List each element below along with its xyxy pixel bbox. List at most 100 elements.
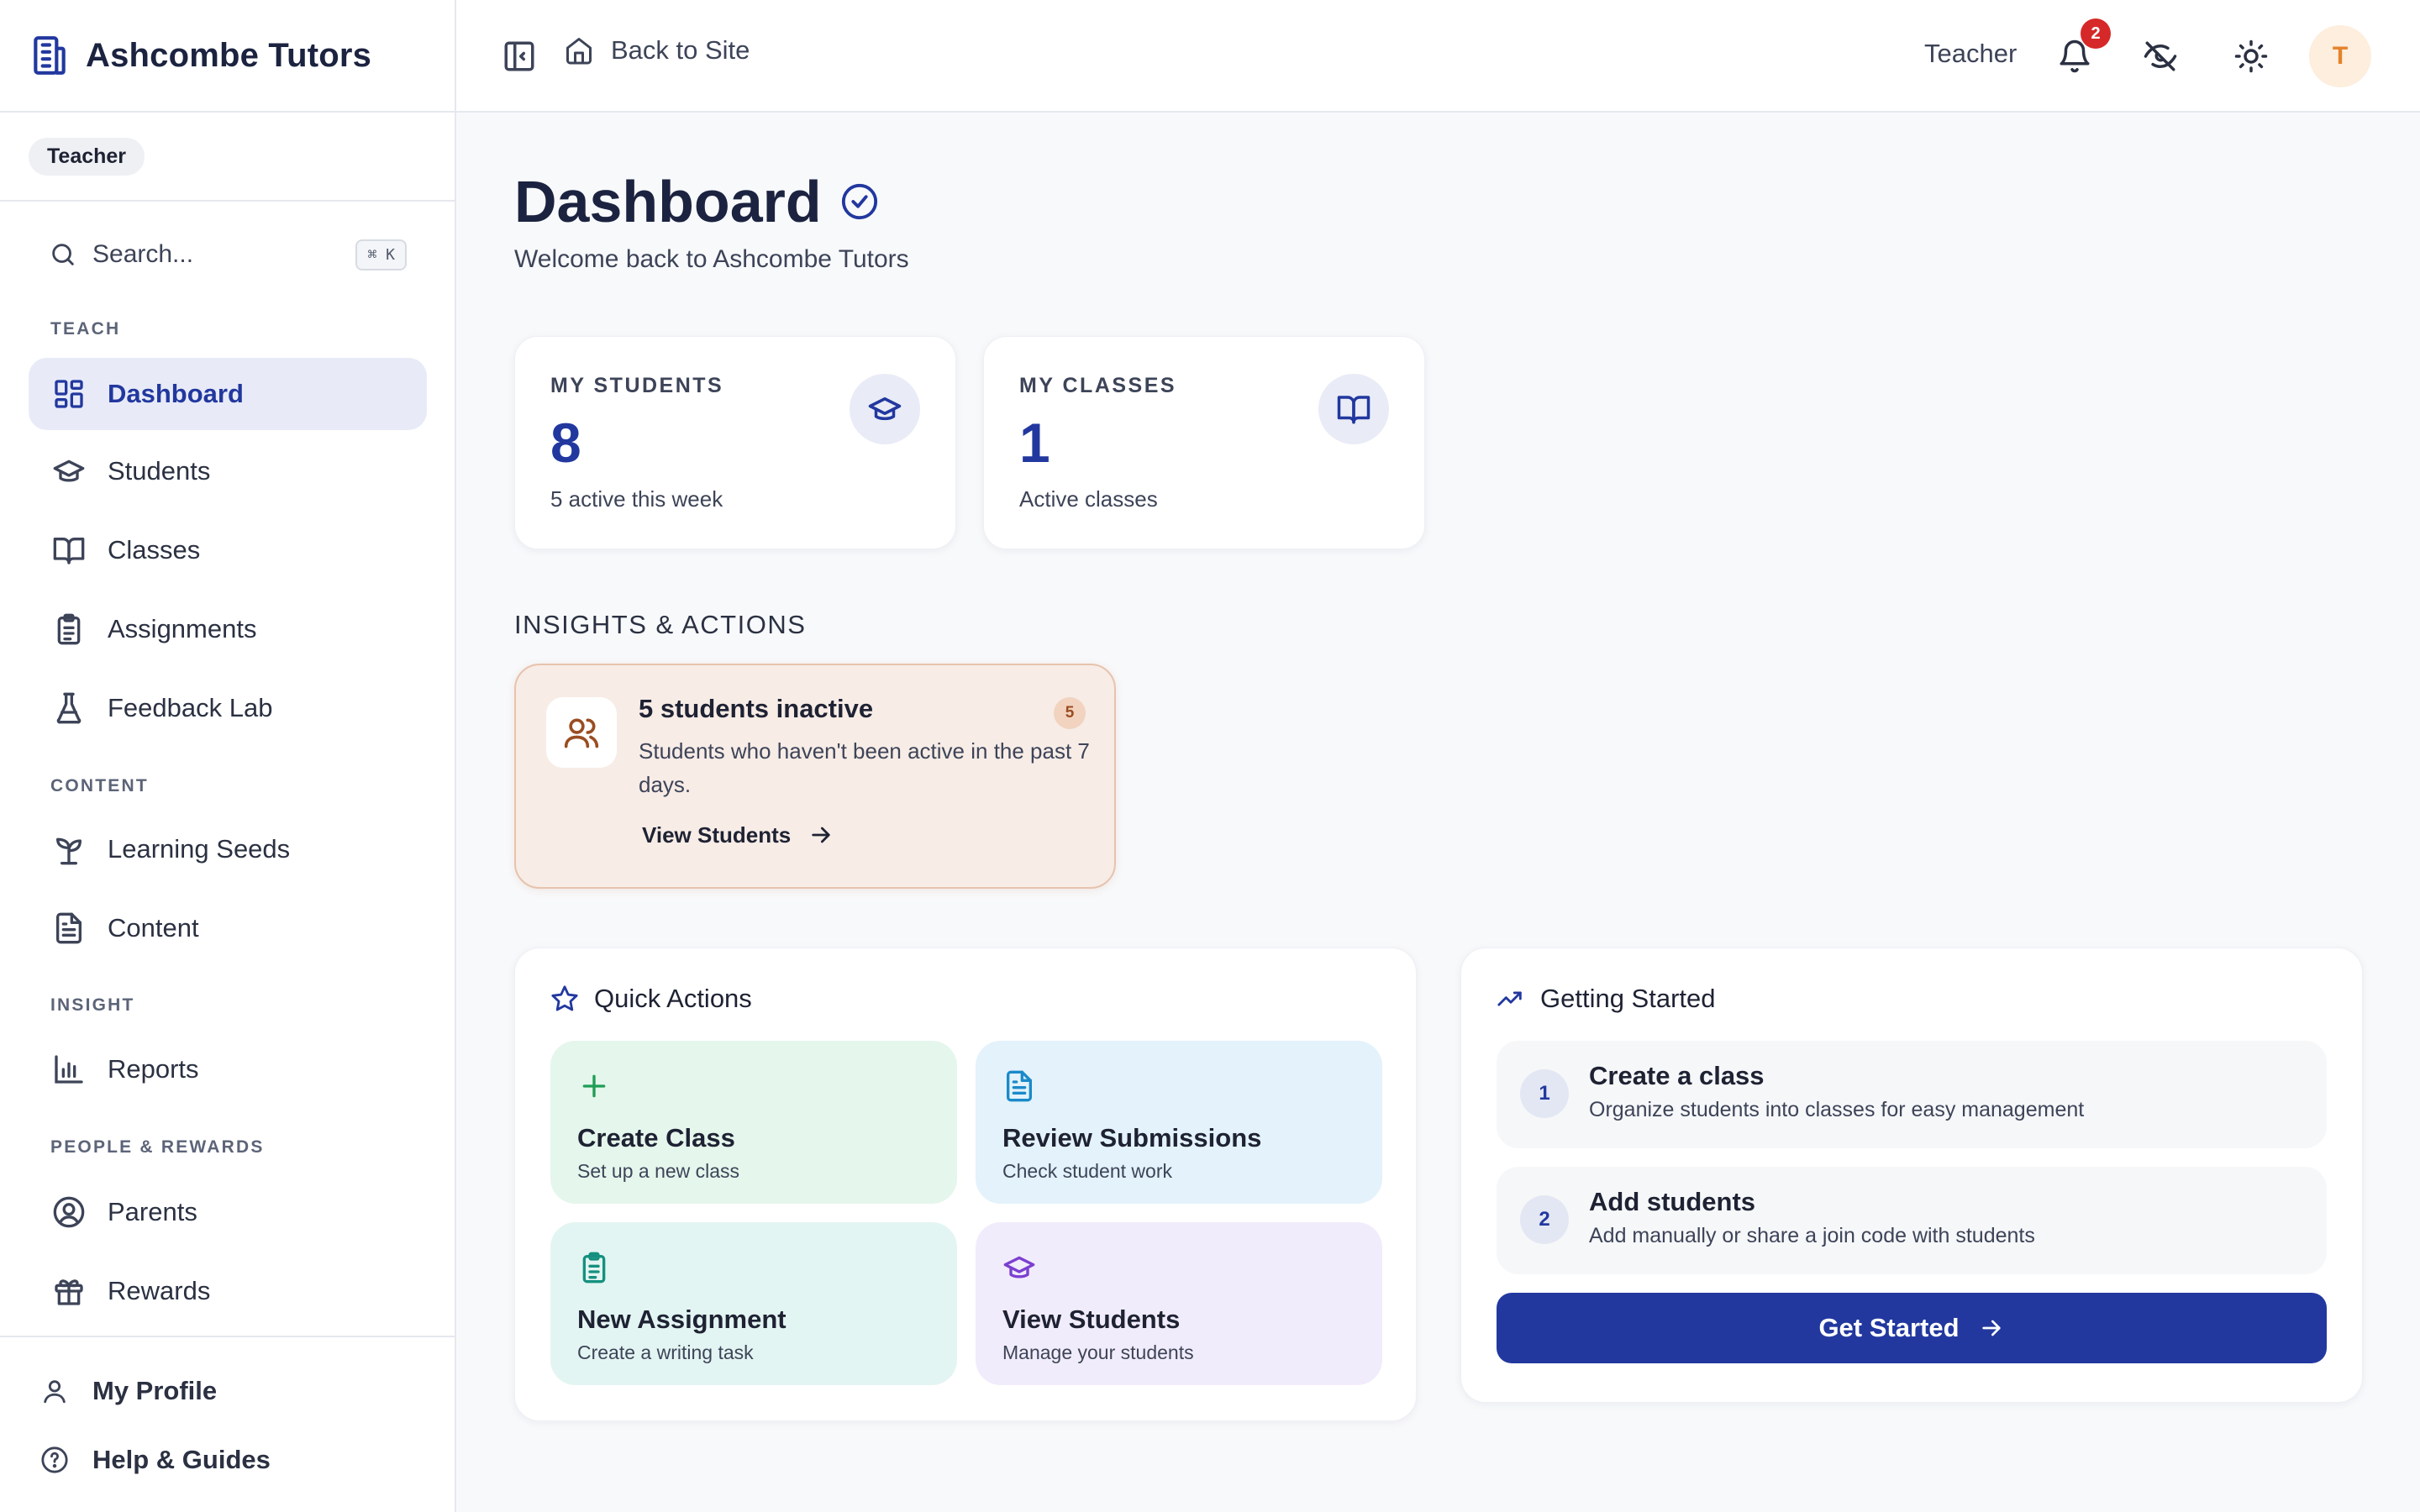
sprout-icon: [52, 832, 86, 866]
tile-title: View Students: [1002, 1305, 1181, 1334]
tile-subtitle: Manage your students: [1002, 1341, 1194, 1363]
sidebar-item-label: Classes: [108, 535, 201, 564]
tile-subtitle: Create a writing task: [577, 1341, 754, 1363]
brand[interactable]: Ashcombe Tutors: [0, 0, 455, 113]
gift-icon: [52, 1274, 86, 1308]
user-icon: [40, 1377, 69, 1405]
users-icon: [546, 697, 617, 768]
sidebar-item-parents[interactable]: Parents: [29, 1176, 427, 1248]
arrow-right-icon: [1978, 1315, 2005, 1341]
getting-started-panel: Getting Started 1 Create a class Organiz…: [1460, 948, 2363, 1403]
sidebar-item-rewards[interactable]: Rewards: [29, 1255, 427, 1327]
book-open-icon: [1318, 374, 1389, 444]
tile-subtitle: Set up a new class: [577, 1160, 740, 1182]
step-number: 1: [1520, 1069, 1569, 1118]
brand-name: Ashcombe Tutors: [86, 36, 372, 74]
sidebar-item-label: Feedback Lab: [108, 693, 273, 722]
review-submissions-button[interactable]: Review Submissions Check student work: [976, 1041, 1382, 1204]
step-title: Create a class: [1589, 1061, 1765, 1090]
section-people-rewards: PEOPLE & REWARDS: [50, 1137, 265, 1157]
stat-card-students[interactable]: MY STUDENTS 8 5 active this week: [514, 336, 956, 549]
back-to-site-label: Back to Site: [611, 35, 750, 65]
book-open-icon: [52, 533, 86, 567]
sidebar-item-students[interactable]: Students: [29, 435, 427, 507]
step-description: Add manually or share a join code with s…: [1589, 1224, 2035, 1247]
quick-actions-panel: Quick Actions Create Class Set up a new …: [514, 948, 1417, 1421]
create-class-button[interactable]: Create Class Set up a new class: [550, 1041, 957, 1204]
sidebar-item-label: Dashboard: [108, 379, 244, 408]
file-text-icon: [52, 911, 86, 945]
star-icon: [550, 984, 594, 1013]
insight-card-inactive: 5 students inactive 5 Students who haven…: [514, 664, 1116, 889]
sidebar-item-label: Learning Seeds: [108, 834, 291, 864]
sidebar-toggle-icon[interactable]: [502, 39, 537, 74]
sidebar-item-label: Students: [108, 456, 211, 486]
file-text-icon: [1002, 1069, 1036, 1103]
button-label: Get Started: [1818, 1313, 1960, 1342]
trending-up-icon: [1497, 984, 1540, 1013]
sidebar-item-my-profile[interactable]: My Profile: [40, 1366, 217, 1416]
tile-title: Create Class: [577, 1123, 735, 1152]
clipboard-list-icon: [52, 612, 86, 646]
search-placeholder: Search...: [92, 240, 194, 268]
getting-started-title: Getting Started: [1540, 984, 1716, 1013]
insights-heading: INSIGHTS & ACTIONS: [514, 610, 807, 639]
arrow-right-icon: [808, 822, 834, 848]
sun-icon[interactable]: [2233, 39, 2269, 74]
stat-title: MY STUDENTS: [550, 374, 724, 397]
tile-title: Review Submissions: [1002, 1123, 1262, 1152]
notification-badge: 2: [2081, 18, 2111, 49]
sidebar-item-label: Content: [108, 913, 199, 942]
dashboard-icon: [52, 377, 86, 411]
step-title: Add students: [1589, 1187, 1756, 1216]
sidebar-item-label: Reports: [108, 1054, 199, 1084]
sidebar-item-label: Rewards: [108, 1276, 211, 1305]
sidebar-item-assignments[interactable]: Assignments: [29, 593, 427, 665]
sidebar-item-learning-seeds[interactable]: Learning Seeds: [29, 813, 427, 885]
sidebar-item-feedback-lab[interactable]: Feedback Lab: [29, 672, 427, 744]
step-number: 2: [1520, 1195, 1569, 1244]
user-circle-icon: [52, 1195, 86, 1229]
stat-value: 1: [1019, 412, 1050, 474]
get-started-button[interactable]: Get Started: [1497, 1293, 2327, 1363]
graduation-cap-icon: [850, 374, 920, 444]
graduation-cap-icon: [1002, 1251, 1036, 1284]
flask-icon: [52, 691, 86, 725]
view-students-button[interactable]: View Students Manage your students: [976, 1222, 1382, 1385]
sidebar-item-reports[interactable]: Reports: [29, 1033, 427, 1105]
current-role: Teacher: [1924, 39, 2018, 68]
back-to-site-link[interactable]: Back to Site: [564, 35, 750, 66]
stat-value: 8: [550, 412, 581, 474]
sidebar-item-content[interactable]: Content: [29, 892, 427, 964]
sidebar: Ashcombe Tutors Teacher Search... ⌘ K TE…: [0, 0, 456, 1512]
stat-subtitle: Active classes: [1019, 486, 1158, 512]
view-students-link[interactable]: View Students: [642, 822, 834, 848]
getting-started-step[interactable]: 2 Add students Add manually or share a j…: [1497, 1167, 2327, 1274]
eye-off-icon[interactable]: [2143, 39, 2178, 74]
avatar[interactable]: T: [2309, 25, 2371, 87]
sidebar-item-help-guides[interactable]: Help & Guides: [40, 1435, 271, 1485]
top-bar: Back to Site Teacher 2 T: [456, 0, 2420, 113]
sidebar-footer: My Profile Help & Guides: [0, 1336, 455, 1512]
role-pill: Teacher: [29, 137, 145, 176]
sidebar-item-classes[interactable]: Classes: [29, 514, 427, 586]
link-label: View Students: [642, 822, 792, 848]
sidebar-item-label: My Profile: [92, 1376, 218, 1405]
home-icon: [564, 35, 594, 66]
check-circle-icon: [840, 182, 879, 221]
search-input[interactable]: Search... ⌘ K: [29, 225, 408, 284]
stat-card-classes[interactable]: MY CLASSES 1 Active classes: [983, 336, 1425, 549]
sidebar-item-label: Help & Guides: [92, 1445, 271, 1474]
sidebar-item-dashboard[interactable]: Dashboard: [29, 358, 427, 430]
tile-subtitle: Check student work: [1002, 1160, 1172, 1182]
search-icon: [49, 240, 77, 269]
getting-started-step[interactable]: 1 Create a class Organize students into …: [1497, 1041, 2327, 1148]
page-title: Dashboard: [514, 168, 879, 235]
insight-count-badge: 5: [1054, 697, 1086, 729]
section-content: CONTENT: [50, 776, 149, 795]
search-shortcut: ⌘ K: [355, 239, 407, 270]
page-title-text: Dashboard: [514, 169, 822, 234]
sidebar-item-label: Assignments: [108, 614, 257, 643]
new-assignment-button[interactable]: New Assignment Create a writing task: [550, 1222, 957, 1385]
quick-actions-header: Quick Actions: [550, 984, 752, 1014]
